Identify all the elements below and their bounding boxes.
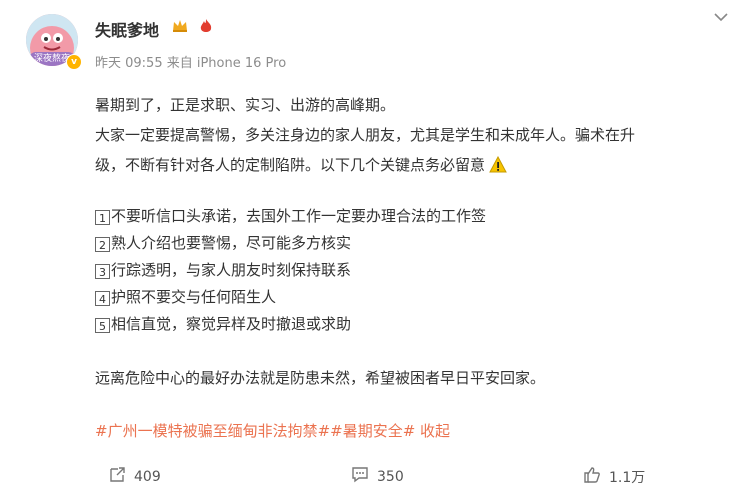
tip-text-3: 行踪透明，与家人朋友时刻保持联系 [111, 261, 352, 279]
tip-number-2: 2 [95, 237, 110, 252]
post-line-3-text: 级，不断有针对各人的定制陷阱。以下几个关键点务必留意 [95, 156, 486, 174]
tip-item-2: 2 熟人介绍也要警惕，尽可能多方核实 [95, 232, 351, 253]
tip-item-3: 3 行踪透明，与家人朋友时刻保持联系 [95, 259, 351, 280]
post-line-3: 级，不断有针对各人的定制陷阱。以下几个关键点务必留意 [95, 154, 507, 177]
warning-icon [489, 155, 507, 177]
like-count: 1.1万 [609, 469, 646, 486]
tip-number-3: 3 [95, 264, 110, 279]
crown-icon[interactable] [172, 19, 188, 37]
flame-icon[interactable] [199, 18, 213, 38]
tip-text-2: 熟人介绍也要警惕，尽可能多方核实 [111, 234, 352, 252]
tip-text-1: 不要听信口头承诺，去国外工作一定要办理合法的工作签 [111, 207, 487, 225]
like-button[interactable]: 1.1万 [583, 466, 645, 487]
comment-count: 350 [377, 468, 404, 485]
tip-text-5: 相信直觉，察觉异样及时撤退或求助 [111, 315, 352, 333]
repost-button[interactable]: 409 [108, 466, 161, 487]
author-name[interactable]: 失眠爹地 [95, 17, 159, 41]
weibo-post-card: 深夜熬夜 v 失眠爹地 昨天 09:55 来自 iPhone 16 Pro 暑期… [0, 0, 750, 501]
tip-number-5: 5 [95, 318, 110, 333]
thumbs-up-icon [583, 466, 609, 487]
verified-badge-icon: v [66, 54, 82, 70]
tip-item-5: 5 相信直觉，察觉异样及时撤退或求助 [95, 313, 351, 334]
repost-count: 409 [134, 468, 161, 485]
repost-icon [108, 466, 134, 487]
avatar[interactable]: 深夜熬夜 v [26, 14, 82, 70]
tip-item-1: 1 不要听信口头承诺，去国外工作一定要办理合法的工作签 [95, 205, 486, 226]
tip-text-4: 护照不要交与任何陌生人 [111, 288, 277, 306]
tip-number-4: 4 [95, 291, 110, 306]
hashtags-line[interactable]: #广州一模特被骗至缅甸非法拘禁##暑期安全# 收起 [95, 420, 450, 441]
tip-item-4: 4 护照不要交与任何陌生人 [95, 286, 276, 307]
chevron-down-icon[interactable] [714, 12, 728, 24]
post-meta: 昨天 09:55 来自 iPhone 16 Pro [95, 56, 287, 71]
closing-line: 远离危险中心的最好办法就是防患未然，希望被困者早日平安回家。 [95, 369, 546, 387]
post-line-2: 大家一定要提高警惕，多关注身边的家人朋友，尤其是学生和未成年人。骗术在升 [95, 126, 636, 144]
comment-icon [351, 466, 377, 487]
tip-number-1: 1 [95, 210, 110, 225]
comment-button[interactable]: 350 [351, 466, 404, 487]
post-line-1: 暑期到了，正是求职、实习、出游的高峰期。 [95, 96, 396, 114]
